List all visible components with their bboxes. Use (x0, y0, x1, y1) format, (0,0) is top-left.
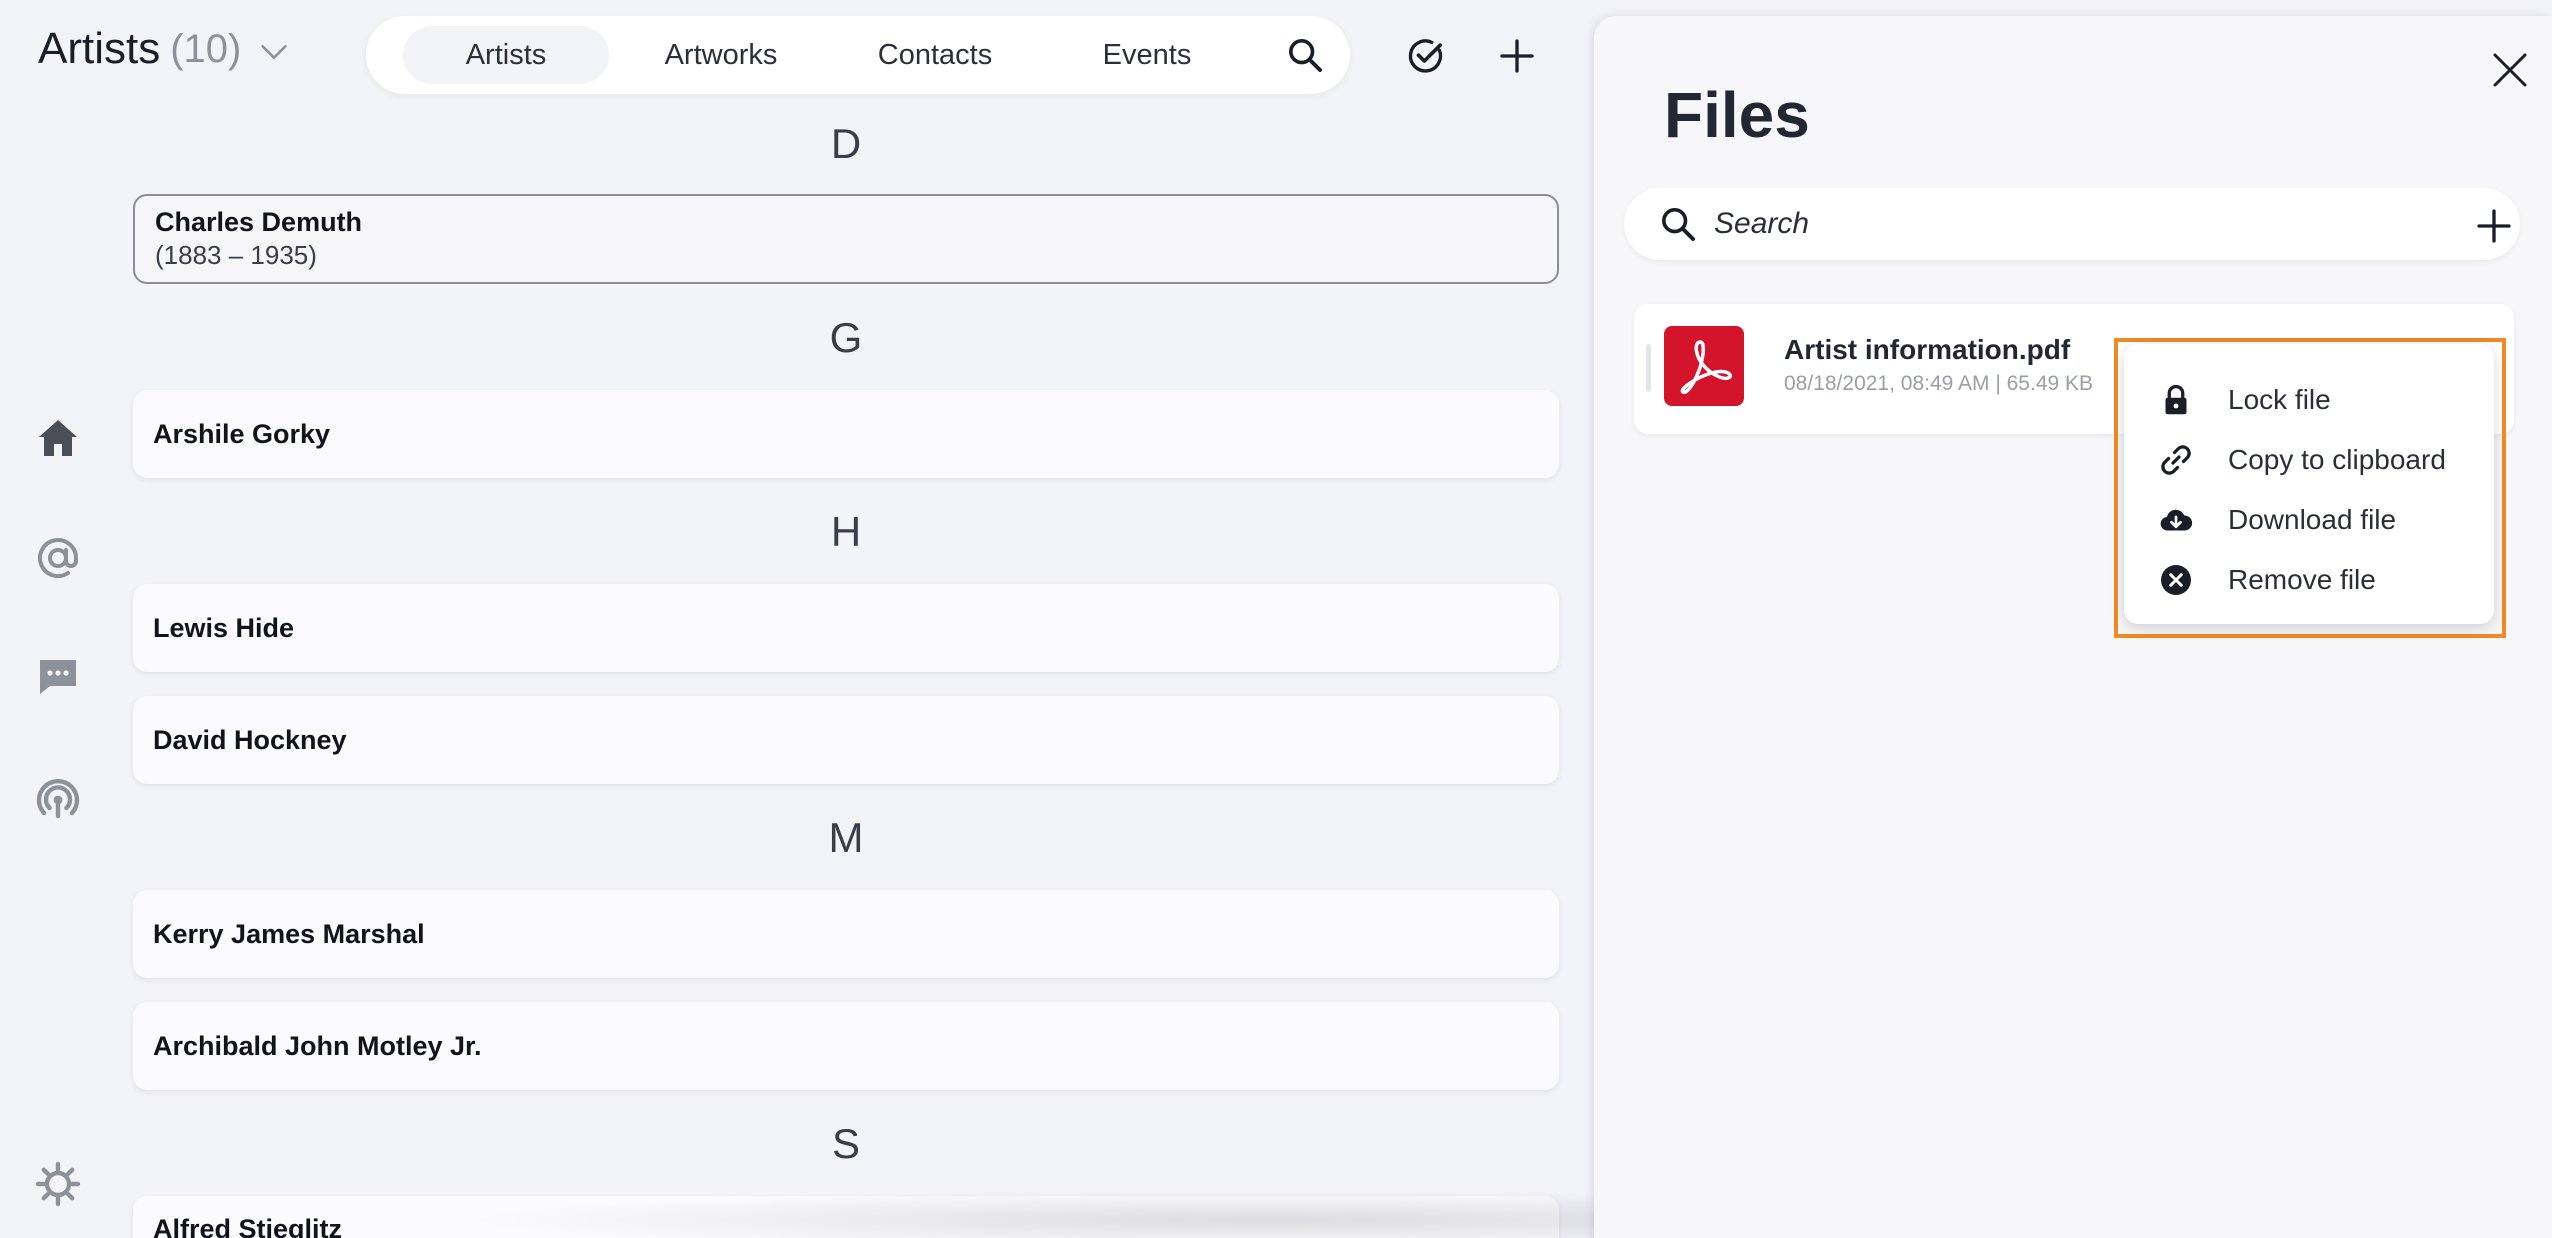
section-letter: G (829, 314, 863, 361)
artist-card-archibald-john-motley[interactable]: Archibald John Motley Jr. (133, 1002, 1559, 1090)
file-search-bar (1624, 188, 2520, 260)
artist-years: (1883 – 1935) (155, 240, 317, 270)
main-tabs: Artists Artworks Contacts Events (366, 16, 1350, 94)
artist-name: Kerry James Marshal (153, 918, 425, 949)
menu-item-remove-file[interactable]: Remove file (2124, 550, 2494, 610)
cloud-download-icon (2160, 509, 2193, 531)
close-icon[interactable] (2490, 50, 2530, 90)
drag-handle[interactable] (1646, 344, 1651, 392)
tab-artworks[interactable]: Artworks (617, 26, 825, 84)
search-icon (1662, 208, 1695, 241)
panel-title: Files (1664, 79, 1810, 151)
artist-card-lewis-hide[interactable]: Lewis Hide (133, 584, 1559, 672)
artist-name: Lewis Hide (153, 612, 295, 643)
home-icon[interactable] (34, 414, 82, 462)
menu-item-label: Remove file (2228, 564, 2376, 595)
menu-item-label: Download file (2228, 504, 2397, 535)
chat-icon[interactable] (34, 652, 82, 700)
list-title: Artists (38, 24, 161, 73)
artist-card-charles-demuth[interactable]: Charles Demuth (1883 – 1935) (133, 194, 1559, 284)
artist-name: David Hockney (153, 724, 347, 755)
section-letter: M (828, 814, 864, 861)
artist-card-david-hockney[interactable]: David Hockney (133, 696, 1559, 784)
at-sign-icon[interactable] (34, 534, 82, 582)
file-context-menu: Lock file Copy to clipboard Download fil… (2124, 344, 2494, 624)
section-letter: S (831, 1120, 860, 1167)
search-icon[interactable] (1285, 35, 1325, 75)
remove-circle-icon (2161, 565, 2191, 595)
chevron-down-icon[interactable] (257, 35, 291, 69)
menu-item-label: Lock file (2228, 384, 2331, 415)
link-icon (2161, 445, 2191, 475)
lock-icon (2165, 384, 2187, 415)
tab-events[interactable]: Events (1043, 26, 1251, 84)
gear-icon[interactable] (34, 1160, 82, 1208)
section-letter: H (830, 508, 862, 555)
menu-item-lock-file[interactable]: Lock file (2124, 370, 2494, 430)
file-name: Artist information.pdf (1784, 334, 2071, 365)
artist-name: Archibald John Motley Jr. (153, 1030, 482, 1061)
artist-name: Arshile Gorky (153, 418, 331, 449)
list-count: (10) (170, 26, 242, 71)
file-search-input[interactable] (1714, 202, 2394, 246)
artist-card-arshile-gorky[interactable]: Arshile Gorky (133, 390, 1559, 478)
tab-artists[interactable]: Artists (403, 26, 609, 84)
list-title-dropdown[interactable]: Artists (10) (38, 24, 291, 74)
menu-item-download-file[interactable]: Download file (2124, 490, 2494, 550)
broadcast-icon[interactable] (34, 774, 82, 822)
artist-name: Charles Demuth (155, 207, 363, 237)
tab-contacts[interactable]: Contacts (831, 26, 1039, 84)
add-icon[interactable] (1497, 36, 1537, 76)
artist-card-kerry-james-marshal[interactable]: Kerry James Marshal (133, 890, 1559, 978)
file-meta: 08/18/2021, 08:49 AM | 65.49 KB (1784, 372, 2094, 395)
app-root: Artists (10) Artists Artworks Contacts E… (0, 0, 2552, 1238)
pdf-file-icon (1664, 326, 1744, 406)
menu-item-copy-to-clipboard[interactable]: Copy to clipboard (2124, 430, 2494, 490)
section-letter: D (830, 120, 862, 167)
add-file-icon[interactable] (2474, 206, 2514, 246)
check-circle-icon[interactable] (1406, 36, 1446, 76)
menu-item-label: Copy to clipboard (2228, 444, 2446, 475)
